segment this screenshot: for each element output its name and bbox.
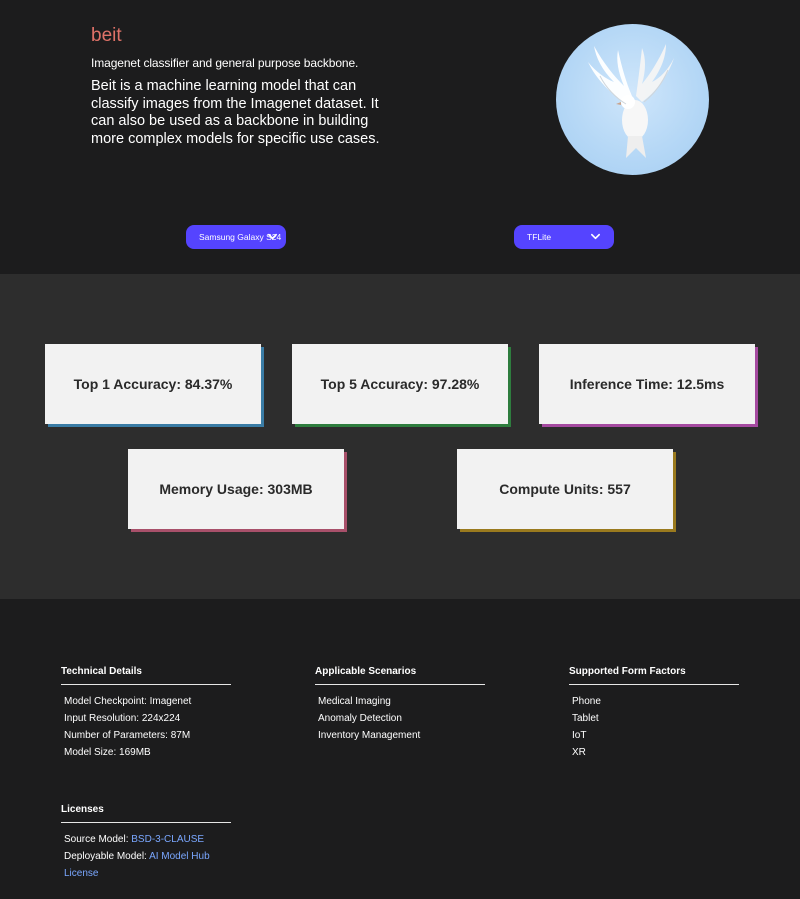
applicable-scenarios: Applicable Scenarios Medical Imaging Ano… <box>315 666 485 744</box>
metrics-section: Top 1 Accuracy: 84.37% Top 5 Accuracy: 9… <box>0 274 800 599</box>
licenses-heading: Licenses <box>61 804 231 823</box>
scenarios-heading: Applicable Scenarios <box>315 666 485 685</box>
list-item: Input Resolution: 224x224 <box>64 713 181 724</box>
list-item: Number of Parameters: 87M <box>64 730 191 741</box>
source-license: Source Model: BSD-3-CLAUSE <box>61 831 231 848</box>
metric-label: Compute Units: 557 <box>499 481 631 497</box>
runtime-dropdown[interactable]: TFLite <box>514 225 614 249</box>
metric-label: Inference Time: 12.5ms <box>569 376 725 392</box>
model-subtitle: Imagenet classifier and general purpose … <box>91 56 359 70</box>
model-description: Beit is a machine learning model that ca… <box>91 78 380 147</box>
deployable-license-label: Deployable Model: <box>64 851 150 862</box>
list-item: Model Size: 169MB <box>64 747 151 758</box>
metric-label: Top 1 Accuracy: 84.37% <box>73 376 233 392</box>
list-item: Inventory Management <box>318 730 421 741</box>
metric-card-top1: Top 1 Accuracy: 84.37% <box>45 344 261 424</box>
list-item: Model Checkpoint: Imagenet <box>64 696 192 707</box>
model-image <box>556 24 709 175</box>
source-license-label: Source Model: <box>64 834 132 845</box>
footer-section: Technical Details Model Checkpoint: Imag… <box>0 599 800 899</box>
metric-card-inference: Inference Time: 12.5ms <box>539 344 755 424</box>
source-license-link[interactable]: BSD-3-CLAUSE <box>131 834 204 845</box>
chevron-down-icon <box>591 233 600 240</box>
list-item: Medical Imaging <box>318 696 391 707</box>
list-item: Anomaly Detection <box>318 713 402 724</box>
runtime-dropdown-value: TFLite <box>527 232 552 242</box>
hero-section: beit Imagenet classifier and general pur… <box>0 0 800 274</box>
device-dropdown[interactable]: Samsung Galaxy S24 <box>186 225 286 249</box>
metric-card-top5: Top 5 Accuracy: 97.28% <box>292 344 508 424</box>
model-title: beit <box>91 25 122 46</box>
dove-illustration <box>588 44 674 158</box>
metric-card-memory: Memory Usage: 303MB <box>128 449 344 529</box>
supported-form-factors: Supported Form Factors Phone Tablet IoT … <box>569 666 739 761</box>
deployable-license: Deployable Model: AI Model Hub License <box>61 848 211 882</box>
list-item: Tablet <box>572 713 599 724</box>
metric-label: Top 5 Accuracy: 97.28% <box>320 376 480 392</box>
technical-heading: Technical Details <box>61 666 231 685</box>
list-item: XR <box>572 747 586 758</box>
metric-label: Memory Usage: 303MB <box>159 481 313 497</box>
form-factors-heading: Supported Form Factors <box>569 666 739 685</box>
licenses: Licenses Source Model: BSD-3-CLAUSE Depl… <box>61 804 231 882</box>
technical-details: Technical Details Model Checkpoint: Imag… <box>61 666 231 761</box>
metric-card-compute: Compute Units: 557 <box>457 449 673 529</box>
list-item: IoT <box>572 730 587 741</box>
chevron-down-icon <box>268 233 277 240</box>
list-item: Phone <box>572 696 601 707</box>
